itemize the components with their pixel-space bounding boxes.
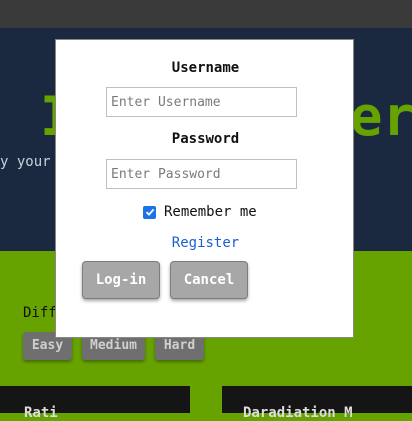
- username-label: Username: [171, 60, 240, 76]
- login-modal: Username Password Remember me Register L…: [55, 39, 354, 338]
- register-link[interactable]: Register: [56, 235, 355, 251]
- login-button[interactable]: Log-in: [82, 261, 160, 299]
- checkmark-icon: [145, 208, 154, 216]
- remember-me-row[interactable]: Remember me: [143, 204, 257, 220]
- modal-overlay: Username Password Remember me Register L…: [0, 0, 412, 413]
- password-input[interactable]: [106, 159, 297, 189]
- password-label: Password: [171, 131, 240, 147]
- remember-me-label: Remember me: [164, 204, 257, 220]
- username-input[interactable]: [106, 87, 297, 117]
- cancel-button[interactable]: Cancel: [170, 261, 248, 299]
- remember-me-checkbox[interactable]: [143, 205, 156, 219]
